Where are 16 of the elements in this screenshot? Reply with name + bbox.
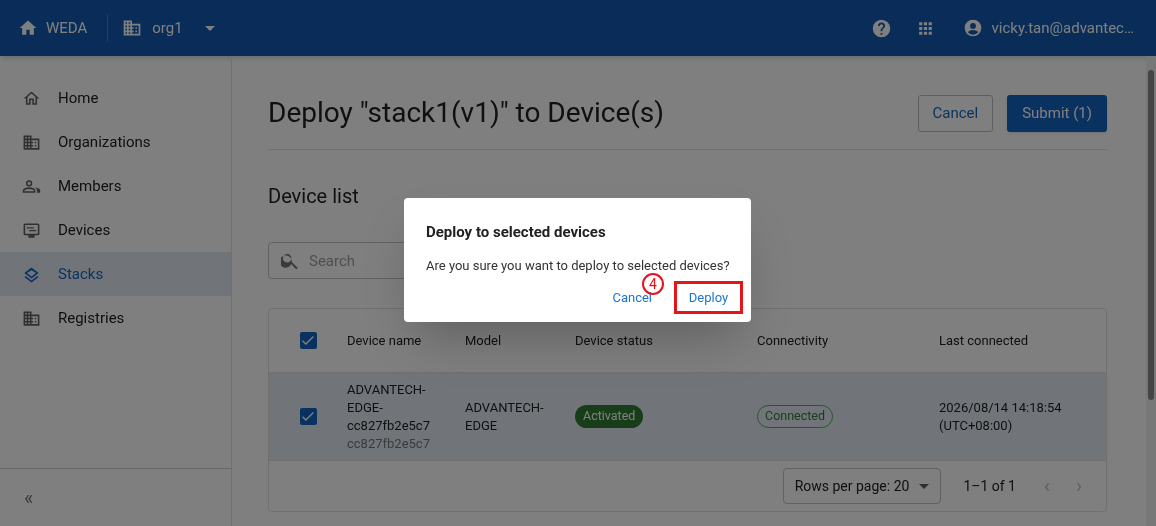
step-number: 4 — [642, 273, 664, 295]
device-id: cc827fb2e5c7 — [347, 434, 431, 453]
status-badge: Activated — [575, 405, 644, 428]
column-header: Device name — [347, 332, 422, 348]
device-name: ADVANTECH-EDGE-cc827fb2e5c7 — [347, 380, 431, 435]
column-header: Last connected — [939, 332, 1028, 348]
table-cell-text: 2026/08/14 14:18:54 (UTC+08:00) — [939, 398, 1063, 435]
section-title: Device list — [268, 183, 360, 210]
page-range: 1–1 of 1 — [963, 476, 1016, 496]
column-header: Device status — [575, 332, 653, 348]
table-cell-text: ADVANTECH-EDGE — [465, 398, 545, 435]
dialog-title: Deploy to selected devices — [426, 222, 607, 243]
column-header: Model — [465, 332, 502, 348]
page-title: Deploy "stack1(v1)" to Device(s) — [268, 95, 666, 131]
dialog-message: Are you sure you want to deploy to selected devices? — [426, 256, 731, 275]
column-header: Connectivity — [757, 332, 829, 348]
